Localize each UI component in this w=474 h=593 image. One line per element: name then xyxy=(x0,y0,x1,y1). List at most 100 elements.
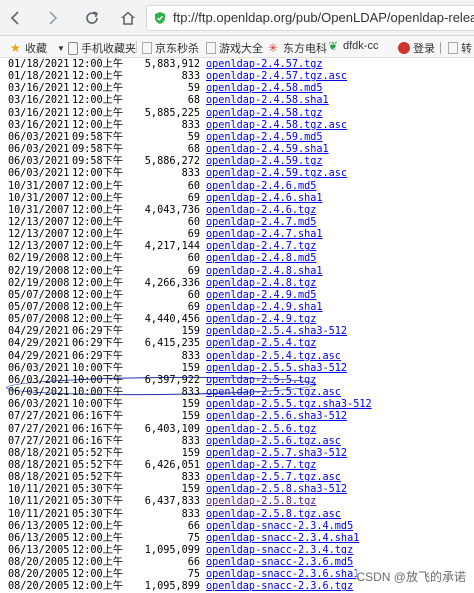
file-date: 06/03/2021 xyxy=(8,156,70,168)
file-size: 159 xyxy=(181,484,200,496)
bookmark-label: 登录｜ xyxy=(413,43,446,55)
file-link[interactable]: openldap-2.5.8.tgz xyxy=(206,496,316,508)
file-link[interactable]: openldap-2.4.7.sha1 xyxy=(206,229,323,241)
bookmarks-bar: ★ 收藏 ▼ 手机收藏夹 京东秒杀 游戏大全 ✳ 东方电科 ❦ dfdk-cc … xyxy=(0,36,474,58)
file-size: 833 xyxy=(181,168,200,180)
file-link[interactable]: openldap-2.4.8.tgz xyxy=(206,278,316,290)
file-time: 12:00上午 xyxy=(72,277,124,289)
file-link[interactable]: openldap-2.5.4.tgz xyxy=(206,338,316,350)
home-button[interactable] xyxy=(116,6,140,30)
bookmark-jd[interactable]: 京东秒杀 xyxy=(142,40,199,56)
file-link[interactable]: openldap-2.4.59.tgz.asc xyxy=(206,168,347,180)
file-link[interactable]: openldap-snacc-2.3.6.tgz xyxy=(206,581,353,593)
reload-button[interactable] xyxy=(80,6,104,30)
file-link[interactable]: openldap-2.5.8.tgz.asc xyxy=(206,509,341,521)
bookmark-label: 转 xyxy=(461,43,472,55)
file-link[interactable]: openldap-2.4.58.tgz xyxy=(206,108,323,120)
file-time: 06:29下午 xyxy=(72,326,124,338)
file-link[interactable]: openldap-2.5.5.tgz.asc xyxy=(206,387,341,399)
file-link[interactable]: openldap-2.4.58.sha1 xyxy=(206,95,329,107)
file-time: 12:00上午 xyxy=(72,253,124,265)
file-time: 12:00上午 xyxy=(72,192,124,204)
file-size: 159 xyxy=(181,362,200,374)
file-link[interactable]: openldap-snacc-2.3.6.sha1 xyxy=(206,569,359,581)
file-date: 07/27/2021 xyxy=(8,435,70,447)
shield-check-icon xyxy=(155,12,165,24)
bookmark-login[interactable]: 登录｜ xyxy=(398,40,446,56)
file-time: 09:58下午 xyxy=(72,131,124,143)
file-size: 1,095,899 xyxy=(144,581,200,593)
file-link[interactable]: openldap-2.4.7.tgz xyxy=(206,241,316,253)
file-link[interactable]: openldap-2.4.59.tgz xyxy=(206,156,323,168)
file-link[interactable]: openldap-2.4.58.md5 xyxy=(206,83,323,95)
file-date: 02/19/2008 xyxy=(8,277,70,289)
bookmark-dfdk[interactable]: ✳ 东方电科 xyxy=(268,40,327,56)
file-link[interactable]: openldap-2.5.5.tgz.sha3-512 xyxy=(206,399,372,411)
file-date: 10/31/2007 xyxy=(8,204,70,216)
file-date: 10/11/2021 xyxy=(8,508,70,520)
file-link[interactable]: openldap-2.4.59.md5 xyxy=(206,132,323,144)
file-link[interactable]: openldap-2.4.59.sha1 xyxy=(206,144,329,156)
bookmark-dfdk-cc[interactable]: ❦ dfdk-cc xyxy=(328,40,378,52)
file-size: 159 xyxy=(181,411,200,423)
file-link[interactable]: openldap-2.4.6.md5 xyxy=(206,181,316,193)
file-time: 12:00下午 xyxy=(72,168,124,180)
file-link[interactable]: openldap-2.4.6.sha1 xyxy=(206,193,323,205)
file-link[interactable]: openldap-2.5.7.sha3-512 xyxy=(206,448,347,460)
file-date: 12/13/2007 xyxy=(8,241,70,253)
file-time: 06:16下午 xyxy=(72,423,124,435)
file-date: 12/13/2007 xyxy=(8,216,70,228)
file-date: 01/18/2021 xyxy=(8,59,70,70)
file-size: 4,043,736 xyxy=(144,204,200,216)
file-link[interactable]: openldap-2.4.6.tgz xyxy=(206,205,316,217)
file-link[interactable]: openldap-snacc-2.3.4.md5 xyxy=(206,521,353,533)
file-date: 10/31/2007 xyxy=(8,180,70,192)
file-link[interactable]: openldap-2.5.6.tgz.asc xyxy=(206,436,341,448)
file-link[interactable]: openldap-2.5.6.sha3-512 xyxy=(206,411,347,423)
page-icon xyxy=(206,42,216,54)
file-date: 05/07/2008 xyxy=(8,302,70,313)
file-link[interactable]: openldap-2.5.7.tgz xyxy=(206,460,316,472)
bookmark-favorites[interactable]: ★ 收藏 ▼ xyxy=(10,40,65,56)
reload-icon xyxy=(86,11,99,24)
address-bar[interactable]: ftp://ftp.openldap.org/pub/OpenLDAP/open… xyxy=(146,5,474,31)
file-link[interactable]: openldap-snacc-2.3.4.tgz xyxy=(206,545,353,557)
file-link[interactable]: openldap-2.4.9.tgz xyxy=(206,314,316,326)
file-link[interactable]: openldap-2.5.5.tgz xyxy=(206,375,316,387)
forward-button[interactable] xyxy=(40,6,64,30)
bookmark-mobile-folder[interactable]: 手机收藏夹 xyxy=(68,40,136,56)
back-button[interactable] xyxy=(4,6,28,30)
file-link[interactable]: openldap-2.5.5.sha3-512 xyxy=(206,363,347,375)
file-link[interactable]: openldap-2.4.58.tgz.asc xyxy=(206,120,347,132)
file-link[interactable]: openldap-2.5.6.tgz xyxy=(206,424,316,436)
file-time: 05:30下午 xyxy=(72,484,124,496)
file-link[interactable]: openldap-2.4.9.md5 xyxy=(206,290,316,302)
file-link[interactable]: openldap-2.5.4.tgz.asc xyxy=(206,351,341,363)
bookmark-games[interactable]: 游戏大全 xyxy=(206,40,263,56)
file-link[interactable]: openldap-2.5.7.tgz.asc xyxy=(206,472,341,484)
file-size: 59 xyxy=(187,131,200,143)
file-time: 12:00上午 xyxy=(72,532,124,544)
file-link[interactable]: openldap-2.4.57.tgz.asc xyxy=(206,71,347,83)
file-link[interactable]: openldap-2.4.57.tgz xyxy=(206,59,323,71)
file-link[interactable]: openldap-snacc-2.3.6.md5 xyxy=(206,557,353,569)
star-icon: ★ xyxy=(10,41,21,55)
file-date: 06/03/2021 xyxy=(8,362,70,374)
file-link[interactable]: openldap-2.4.8.md5 xyxy=(206,253,316,265)
file-link[interactable]: openldap-2.5.8.sha3-512 xyxy=(206,484,347,496)
page-icon xyxy=(448,42,458,54)
file-link[interactable]: openldap-2.5.4.sha3-512 xyxy=(206,326,347,338)
file-link[interactable]: openldap-2.4.7.md5 xyxy=(206,217,316,229)
file-time: 05:30下午 xyxy=(72,496,124,508)
bookmark-more[interactable]: 转 xyxy=(448,40,472,56)
file-time: 05:52下午 xyxy=(72,447,124,459)
file-size: 69 xyxy=(187,302,200,313)
file-link[interactable]: openldap-2.4.9.sha1 xyxy=(206,302,323,314)
file-link[interactable]: openldap-2.4.8.sha1 xyxy=(206,266,323,278)
file-time: 09:58下午 xyxy=(72,156,124,168)
leaf-icon: ❦ xyxy=(328,39,339,53)
address-url: ftp://ftp.openldap.org/pub/OpenLDAP/open… xyxy=(173,10,474,25)
back-arrow-icon xyxy=(10,11,19,25)
file-time: 10:00下午 xyxy=(72,399,124,411)
file-link[interactable]: openldap-snacc-2.3.4.sha1 xyxy=(206,533,359,545)
